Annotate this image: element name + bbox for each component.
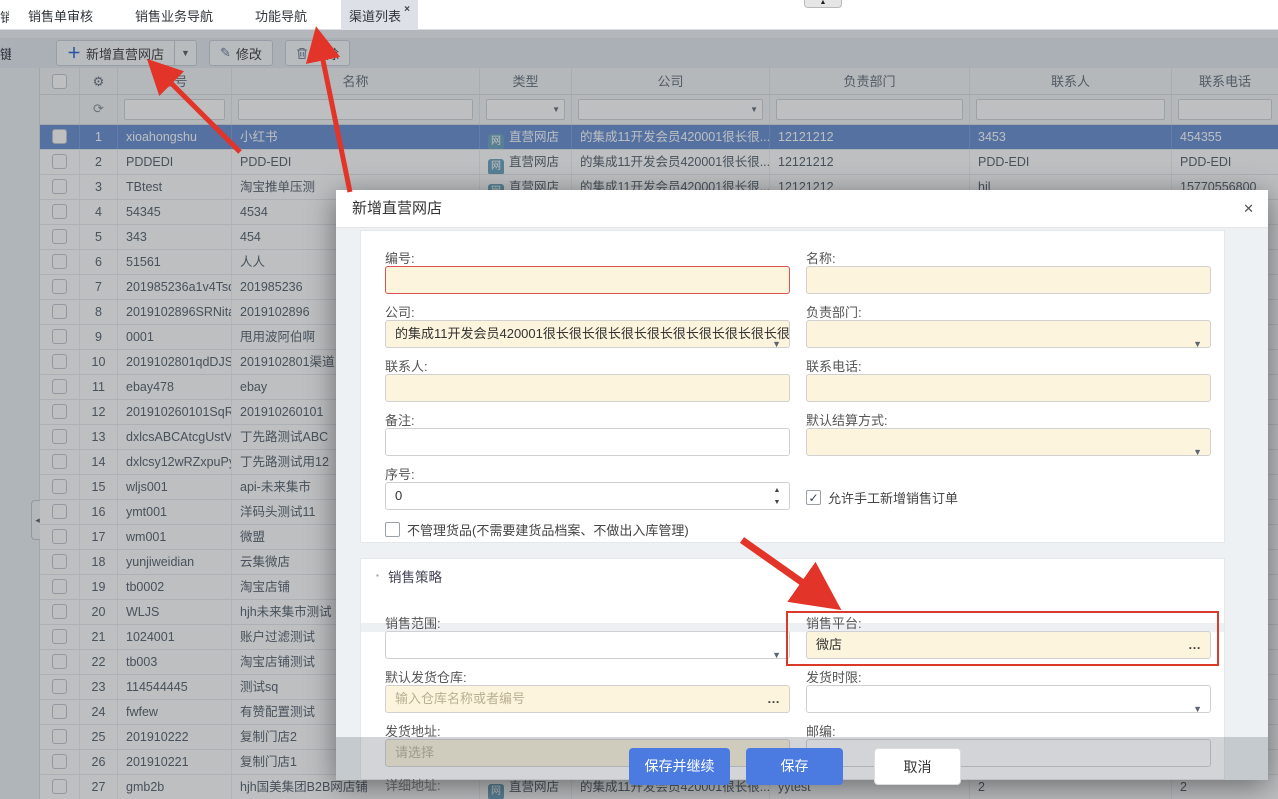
- code-label: 编号:: [385, 248, 415, 267]
- app-screen: 销 销售单审核 销售业务导航 功能导航 渠道列表 × ▲ 键 ＋ 新增直营网店: [0, 0, 1278, 799]
- ellipsis-icon[interactable]: …: [1188, 632, 1202, 658]
- save-button[interactable]: 保存: [746, 748, 843, 785]
- dept-label: 负责部门:: [806, 302, 862, 321]
- remark-field[interactable]: [385, 428, 790, 456]
- chevron-down-icon: ▼: [1193, 331, 1202, 348]
- seq-label: 序号:: [385, 464, 415, 483]
- tab-close-icon[interactable]: ×: [404, 4, 410, 15]
- scope-select[interactable]: ▼: [385, 631, 790, 659]
- name-label: 名称:: [806, 248, 836, 267]
- close-icon[interactable]: ✕: [1243, 190, 1254, 228]
- company-select[interactable]: 的集成11开发会员420001很长很长很长很长很长很长很长很长很长很长很长很长▼: [385, 320, 790, 348]
- collapse-up-handle[interactable]: ▲: [804, 0, 842, 8]
- platform-lookup[interactable]: 微店…: [806, 631, 1211, 659]
- company-label: 公司:: [385, 302, 415, 321]
- remark-label: 备注:: [385, 410, 415, 429]
- code-field[interactable]: [385, 266, 790, 294]
- spinner-arrows[interactable]: ▲ ▼: [771, 485, 783, 509]
- dialog-title: 新增直营网店: [352, 190, 442, 228]
- no-goods-checkbox[interactable]: 不管理货品(不需要建货品档案、不做出入库管理): [385, 520, 689, 539]
- scope-label: 销售范围:: [385, 613, 441, 632]
- ellipsis-icon[interactable]: …: [767, 686, 781, 712]
- chevron-down-icon: ▼: [1193, 696, 1202, 713]
- sales-strategy-title: 销售策略: [388, 566, 442, 586]
- cancel-button[interactable]: 取消: [874, 748, 961, 785]
- ship-limit-select[interactable]: ▼: [806, 685, 1211, 713]
- tab-channel-list[interactable]: 渠道列表 ×: [341, 0, 418, 30]
- chevron-down-icon: ▼: [772, 642, 781, 659]
- chevron-down-icon: ▼: [772, 331, 781, 348]
- platform-label: 销售平台:: [806, 613, 862, 632]
- settle-select[interactable]: ▼: [806, 428, 1211, 456]
- ship-limit-label: 发货时限:: [806, 667, 862, 686]
- add-direct-shop-dialog: 新增直营网店 ✕ 编号: 名称: 公司: 的集成11开发会员420001很长很长…: [336, 190, 1268, 780]
- clipped-tab-fragment: 销: [0, 7, 9, 25]
- checkbox-unchecked[interactable]: [385, 522, 400, 537]
- section-marker-icon: ▪: [376, 571, 379, 580]
- contact-label: 联系人:: [385, 356, 428, 375]
- spinner-up-icon[interactable]: ▲: [771, 485, 783, 497]
- collapse-up-icon: ▲: [820, 0, 827, 6]
- warehouse-lookup[interactable]: 输入仓库名称或者编号…: [385, 685, 790, 713]
- save-and-continue-button[interactable]: 保存并继续: [629, 748, 730, 785]
- seq-spinner[interactable]: 0 ▲ ▼: [385, 482, 790, 510]
- dialog-body: 编号: 名称: 公司: 的集成11开发会员420001很长很长很长很长很长很长很…: [336, 228, 1268, 780]
- dialog-header: 新增直营网店 ✕: [336, 190, 1268, 228]
- name-field[interactable]: [806, 266, 1211, 294]
- chevron-down-icon: ▼: [1193, 439, 1202, 456]
- checkbox-checked[interactable]: ✓: [806, 490, 821, 505]
- allow-manual-order-checkbox[interactable]: ✓ 允许手工新增销售订单: [806, 488, 958, 507]
- tab-function-nav[interactable]: 功能导航: [247, 0, 315, 30]
- dept-select[interactable]: ▼: [806, 320, 1211, 348]
- settle-label: 默认结算方式:: [806, 410, 888, 429]
- phone-field[interactable]: [806, 374, 1211, 402]
- tab-bar: 销 销售单审核 销售业务导航 功能导航 渠道列表 × ▲: [0, 0, 1278, 30]
- tab-sales-business-nav[interactable]: 销售业务导航: [127, 0, 221, 30]
- phone-label: 联系电话:: [806, 356, 862, 375]
- warehouse-label: 默认发货仓库:: [385, 667, 467, 686]
- spinner-down-icon[interactable]: ▼: [771, 497, 783, 509]
- tab-sales-order-review[interactable]: 销售单审核: [20, 0, 101, 30]
- contact-field[interactable]: [385, 374, 790, 402]
